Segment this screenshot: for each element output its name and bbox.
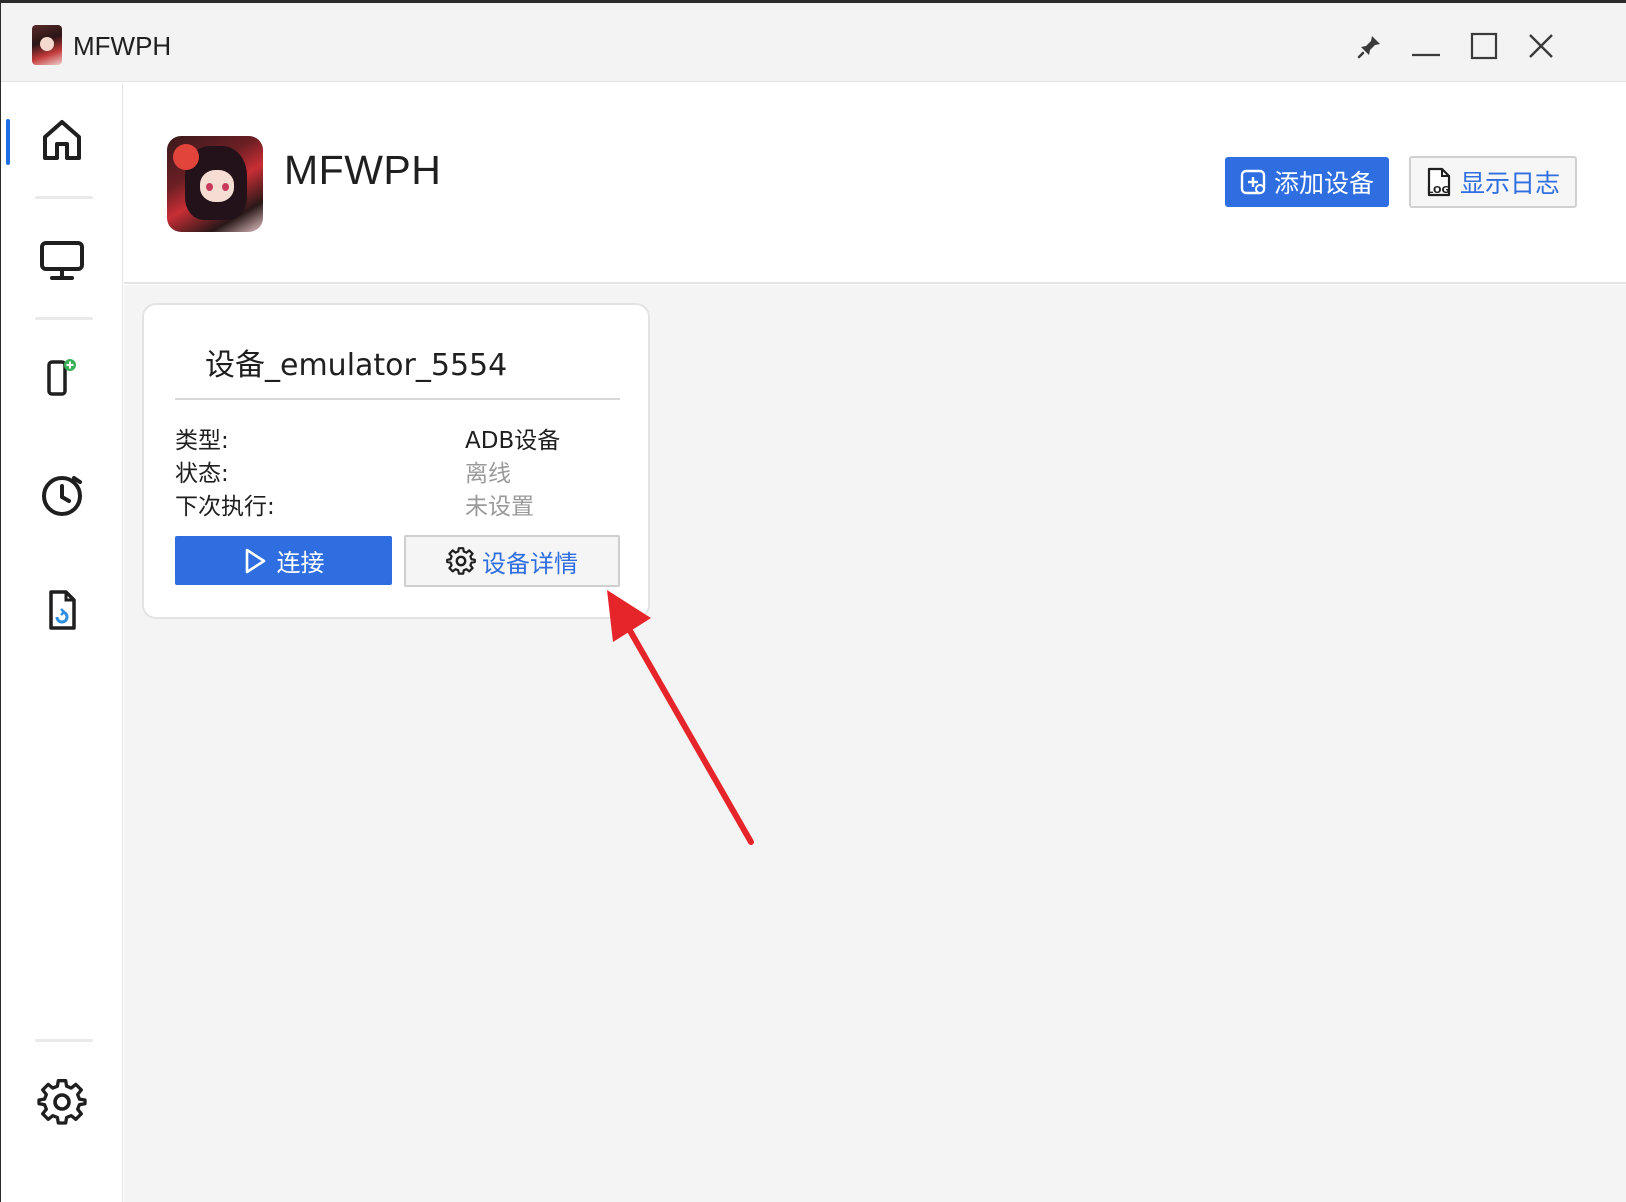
status-label: 状态: [175, 461, 229, 487]
close-icon[interactable] [1518, 23, 1564, 69]
show-log-button[interactable]: LOG 显示日志 [1409, 156, 1577, 208]
sidebar-item-update[interactable] [1, 565, 123, 655]
clock-icon [42, 476, 82, 516]
monitor-icon [40, 241, 84, 280]
app-window: MFWPH MFWPH 添加设备 LOG 显示日志 设备_emulator_55… [0, 0, 1626, 1202]
type-label: 类型: [175, 428, 229, 454]
minimize-icon[interactable] [1403, 23, 1449, 69]
sidebar-item-settings[interactable] [1, 1057, 123, 1147]
status-value: 离线 [465, 461, 511, 487]
device-name: 设备_emulator_5554 [205, 348, 508, 383]
home-icon [43, 120, 81, 160]
log-icon-text: LOG [1427, 185, 1450, 196]
title-bar: MFWPH [1, 3, 1626, 82]
device-list-area: 设备_emulator_5554 类型: ADB设备 状态: 离线 下次执行: … [124, 285, 1626, 1202]
device-details-label: 设备详情 [482, 549, 578, 578]
settings-gear-icon [37, 1079, 87, 1125]
show-log-label: 显示日志 [1459, 169, 1560, 198]
sidebar-item-devices[interactable] [1, 215, 123, 305]
add-device-icon [47, 359, 76, 396]
maximize-icon[interactable] [1461, 23, 1507, 69]
sidebar-separator [35, 317, 93, 320]
add-device-button[interactable]: 添加设备 [1225, 157, 1389, 207]
device-details-button[interactable]: 设备详情 [404, 535, 620, 587]
document-refresh-icon [49, 590, 76, 630]
app-avatar-icon [32, 25, 62, 65]
next-run-label: 下次执行: [175, 494, 275, 520]
sidebar-nav [1, 83, 123, 1202]
sidebar-separator [35, 196, 93, 199]
type-value: ADB设备 [465, 428, 561, 454]
sidebar-item-home[interactable] [1, 95, 123, 185]
gear-icon [446, 547, 476, 575]
page-header: MFWPH 添加设备 LOG 显示日志 [124, 83, 1626, 284]
sidebar-item-add-device[interactable] [1, 333, 123, 423]
app-avatar-image [167, 136, 263, 232]
add-device-label: 添加设备 [1273, 169, 1374, 198]
device-card: 设备_emulator_5554 类型: ADB设备 状态: 离线 下次执行: … [142, 303, 650, 619]
next-run-value: 未设置 [465, 494, 534, 520]
add-device-plus-icon [1240, 169, 1266, 195]
connect-label: 连接 [276, 549, 325, 577]
log-file-icon: LOG [1427, 167, 1451, 197]
window-title: MFWPH [73, 31, 172, 61]
sidebar-item-schedule[interactable] [1, 450, 123, 540]
pin-icon[interactable] [1347, 23, 1393, 69]
connect-button[interactable]: 连接 [175, 536, 392, 585]
page-title: MFWPH [284, 147, 442, 193]
play-icon [245, 548, 265, 573]
sidebar-separator [35, 1039, 93, 1042]
card-divider [175, 398, 620, 400]
